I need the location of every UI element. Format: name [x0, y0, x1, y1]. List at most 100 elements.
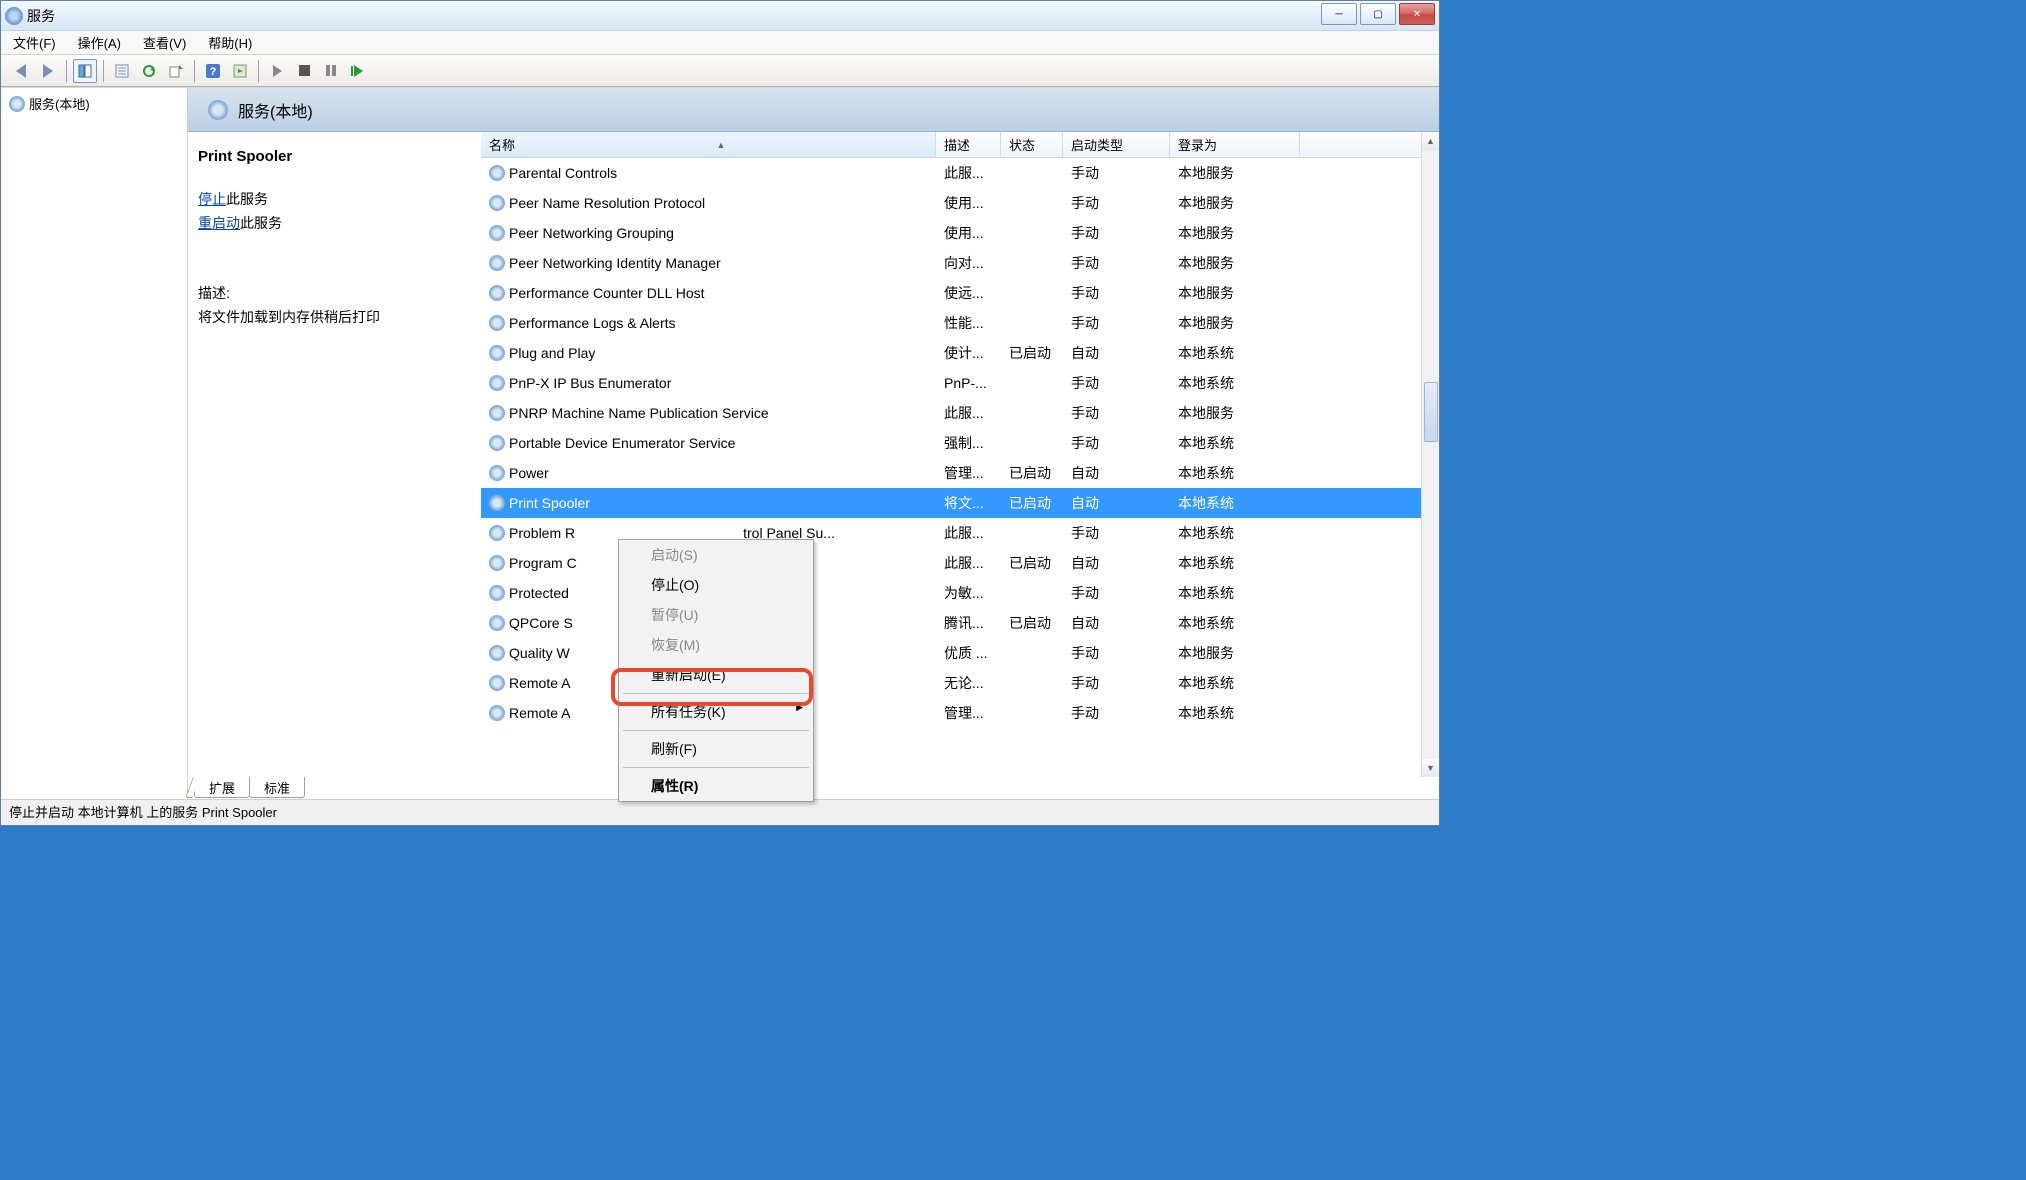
ctx-separator — [623, 693, 809, 694]
detail-stop-line: 停止此服务 — [198, 189, 471, 209]
cell-startup: 手动 — [1063, 313, 1170, 333]
gear-icon — [489, 375, 505, 391]
restart-link[interactable]: 重启动 — [198, 215, 240, 231]
stop-icon — [299, 65, 310, 76]
ctx-all-tasks[interactable]: 所有任务(K) — [619, 697, 813, 727]
vertical-scrollbar[interactable]: ▲ ▼ — [1421, 132, 1439, 777]
service-row[interactable]: Performance Logs & Alerts性能...手动本地服务 — [481, 308, 1439, 338]
gear-icon — [489, 555, 505, 571]
column-logon[interactable]: 登录为 — [1170, 132, 1300, 157]
svg-text:?: ? — [210, 66, 217, 78]
service-name-label: Portable Device Enumerator Service — [509, 435, 735, 451]
cell-desc: 使用... — [936, 223, 1001, 243]
titlebar[interactable]: 服务 ─ ▢ ✕ — [1, 1, 1439, 31]
ctx-refresh[interactable]: 刷新(F) — [619, 734, 813, 764]
cell-desc: 无论... — [936, 673, 1001, 693]
service-row[interactable]: Peer Name Resolution Protocol使用...手动本地服务 — [481, 188, 1439, 218]
close-button[interactable]: ✕ — [1399, 3, 1435, 25]
cell-desc: 向对... — [936, 253, 1001, 273]
cell-startup: 自动 — [1063, 553, 1170, 573]
back-button[interactable] — [9, 59, 33, 83]
service-row[interactable]: Portable Device Enumerator Service 强制... 手… — [481, 428, 1439, 458]
service-row[interactable]: Parental Controls此服...手动本地服务 — [481, 158, 1439, 188]
cell-name: Peer Networking Grouping — [481, 225, 936, 241]
column-name[interactable]: 名称▲ — [481, 132, 936, 157]
cell-name: Parental Controls — [481, 165, 936, 181]
help-button[interactable]: ? — [201, 59, 225, 83]
pause-service-button[interactable] — [319, 59, 343, 83]
minimize-button[interactable]: ─ — [1321, 3, 1357, 25]
forward-button[interactable] — [36, 59, 60, 83]
service-row[interactable]: Print Spooler将文...已启动自动本地系统 — [481, 488, 1439, 518]
cell-logon: 本地系统 — [1170, 493, 1300, 513]
cell-desc: 管理... — [936, 703, 1001, 723]
export-button[interactable] — [164, 59, 188, 83]
cell-startup: 手动 — [1063, 643, 1170, 663]
menu-help[interactable]: 帮助(H) — [202, 31, 258, 54]
ctx-separator — [623, 767, 809, 768]
column-status[interactable]: 状态 — [1001, 132, 1063, 157]
cell-name: Peer Networking Identity Manager — [481, 255, 936, 271]
gear-icon — [489, 285, 505, 301]
column-desc[interactable]: 描述 — [936, 132, 1001, 157]
tab-standard[interactable]: 标准 — [249, 777, 305, 798]
ctx-properties[interactable]: 属性(R) — [619, 771, 813, 801]
cell-desc: 腾讯... — [936, 613, 1001, 633]
restart-service-button[interactable] — [346, 59, 370, 83]
toolbar-separator — [258, 60, 259, 82]
cell-desc: 管理... — [936, 463, 1001, 483]
arrow-left-icon — [16, 64, 26, 78]
cell-name: Performance Logs & Alerts — [481, 315, 936, 331]
stop-service-button[interactable] — [292, 59, 316, 83]
tree-root[interactable]: 服务(本地) — [5, 92, 183, 115]
cell-logon: 本地服务 — [1170, 223, 1300, 243]
cell-startup: 手动 — [1063, 433, 1170, 453]
pane-title: 服务(本地) — [238, 98, 313, 122]
stop-suffix: 此服务 — [226, 191, 268, 207]
description-label: 描述: — [198, 283, 471, 303]
tree-pane[interactable]: 服务(本地) — [1, 88, 188, 799]
service-row[interactable]: Peer Networking Identity Manager向对...手动本… — [481, 248, 1439, 278]
menu-view[interactable]: 查看(V) — [137, 31, 192, 54]
cell-name: PnP-X IP Bus Enumerator — [481, 375, 936, 391]
service-row[interactable]: Plug and Play使计...已启动自动本地系统 — [481, 338, 1439, 368]
menu-action[interactable]: 操作(A) — [72, 31, 127, 54]
detail-service-name: Print Spooler — [198, 148, 471, 165]
ctx-stop[interactable]: 停止(O) — [619, 570, 813, 600]
arrow-right-icon — [43, 64, 53, 78]
cell-desc: 此服... — [936, 523, 1001, 543]
menubar: 文件(F) 操作(A) 查看(V) 帮助(H) — [1, 31, 1439, 55]
cell-status: 已启动 — [1001, 463, 1063, 483]
show-hide-tree-button[interactable] — [73, 59, 97, 83]
tab-extended[interactable]: 扩展 — [194, 777, 250, 798]
cell-name: Performance Counter DLL Host — [481, 285, 936, 301]
detail-restart-line: 重启动此服务 — [198, 213, 471, 233]
properties-button[interactable] — [110, 59, 134, 83]
maximize-button[interactable]: ▢ — [1360, 3, 1396, 25]
gear-icon — [489, 195, 505, 211]
start-service-button[interactable] — [265, 59, 289, 83]
service-row[interactable]: Power管理...已启动自动本地系统 — [481, 458, 1439, 488]
action-center-button[interactable] — [228, 59, 252, 83]
service-row[interactable]: Peer Networking Grouping使用...手动本地服务 — [481, 218, 1439, 248]
cell-startup: 自动 — [1063, 613, 1170, 633]
ctx-restart[interactable]: 重新启动(E) — [619, 660, 813, 690]
column-startup[interactable]: 启动类型 — [1063, 132, 1170, 157]
stop-link[interactable]: 停止 — [198, 191, 226, 207]
scroll-thumb[interactable] — [1424, 382, 1438, 442]
service-row[interactable]: PnP-X IP Bus EnumeratorPnP-...手动本地系统 — [481, 368, 1439, 398]
cell-logon: 本地系统 — [1170, 523, 1300, 543]
cell-name: Portable Device Enumerator Service — [481, 435, 936, 451]
cell-desc: 强制... — [936, 433, 1001, 453]
window-title: 服务 — [27, 6, 55, 26]
gear-icon — [489, 315, 505, 331]
refresh-button[interactable] — [137, 59, 161, 83]
scroll-up-icon[interactable]: ▲ — [1422, 132, 1439, 150]
gear-icon — [9, 96, 25, 112]
scroll-down-icon[interactable]: ▼ — [1422, 759, 1439, 777]
cell-startup: 手动 — [1063, 673, 1170, 693]
toolbar-separator — [66, 60, 67, 82]
service-row[interactable]: Performance Counter DLL Host使远...手动本地服务 — [481, 278, 1439, 308]
menu-file[interactable]: 文件(F) — [7, 31, 62, 54]
service-row[interactable]: PNRP Machine Name Publication Service此服.… — [481, 398, 1439, 428]
